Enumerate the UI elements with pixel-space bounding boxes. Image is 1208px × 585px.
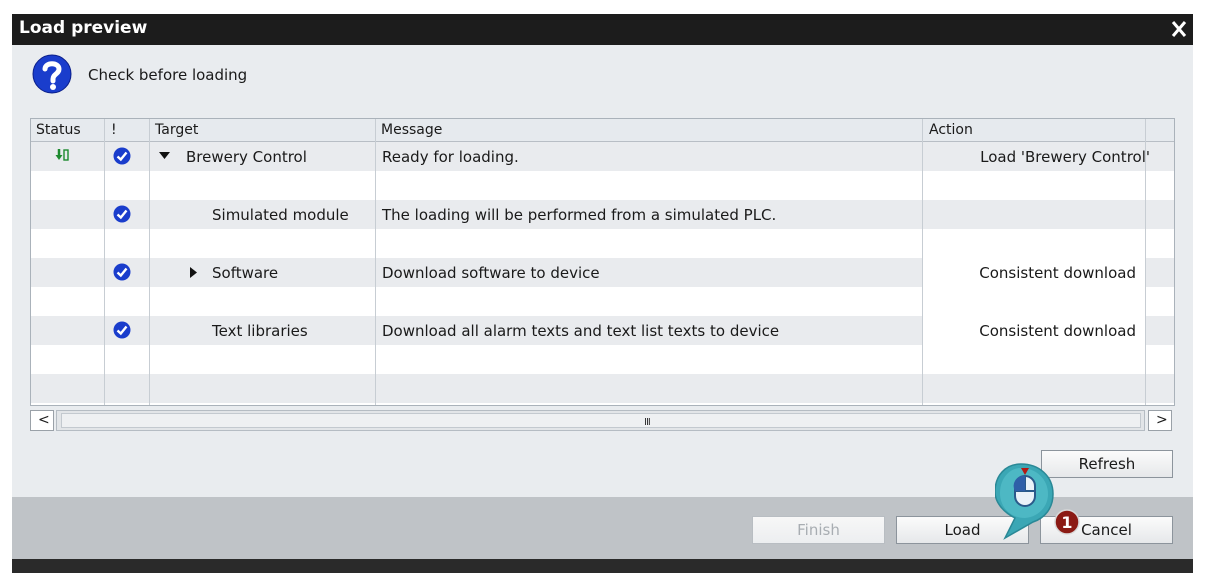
load-preview-table: Status ! Target Message Action Brewery C… [30, 118, 1175, 406]
scroll-right-button[interactable]: > [1148, 410, 1172, 431]
table-row-empty [31, 287, 1174, 316]
title-bar: Load preview [12, 14, 1193, 45]
row-target: Simulated module [212, 206, 349, 224]
expand-triangle-right-icon[interactable] [190, 267, 197, 278]
table-header: Status ! Target Message Action [31, 119, 1174, 142]
header-message: Check before loading [88, 66, 248, 84]
download-status-icon [55, 149, 69, 161]
column-divider [1145, 119, 1146, 405]
column-header-message[interactable]: Message [381, 122, 442, 138]
column-header-target[interactable]: Target [155, 122, 198, 138]
check-icon [113, 263, 131, 281]
table-row[interactable]: Simulated module The loading will be per… [31, 200, 1174, 229]
row-message: Ready for loading. [382, 148, 519, 166]
row-message: The loading will be performed from a sim… [382, 206, 777, 224]
chevron-right-icon: > [1156, 412, 1168, 428]
column-header-status[interactable]: Status [36, 122, 81, 138]
column-divider [104, 119, 105, 405]
row-message: Download all alarm texts and text list t… [382, 322, 780, 340]
check-icon [113, 321, 131, 339]
scroll-thumb[interactable]: III [61, 413, 1141, 428]
column-divider [922, 119, 923, 405]
mouse-click-callout-icon: 1 [995, 463, 1080, 540]
column-divider [149, 119, 150, 405]
column-header-flag[interactable]: ! [111, 122, 117, 138]
check-icon [113, 205, 131, 223]
table-row-empty [31, 345, 1174, 374]
callout-number: 1 [1061, 513, 1072, 532]
horizontal-scrollbar[interactable]: < III > [30, 410, 1173, 433]
table-row[interactable]: Text libraries Download all alarm texts … [31, 316, 1174, 345]
table-row-empty [31, 374, 1174, 403]
load-preview-dialog: Load preview Check before loading Status… [12, 14, 1193, 573]
question-icon [32, 54, 72, 94]
bottom-bar [12, 559, 1193, 573]
scroll-grip-icon: III [644, 417, 651, 428]
row-action[interactable]: Load 'Brewery Control' [980, 148, 1150, 166]
expand-triangle-down-icon[interactable] [159, 152, 170, 160]
finish-button[interactable]: Finish [752, 516, 885, 544]
row-action[interactable]: Consistent download [979, 264, 1136, 282]
row-target: Text libraries [212, 322, 308, 340]
table-row[interactable]: Software Download software to device Con… [31, 258, 1174, 287]
column-divider [375, 119, 376, 405]
table-row-empty [31, 229, 1174, 258]
chevron-left-icon: < [38, 412, 50, 428]
scroll-left-button[interactable]: < [30, 410, 54, 431]
dialog-title: Load preview [19, 18, 148, 38]
row-target: Software [212, 264, 279, 282]
scroll-track[interactable]: III [56, 410, 1145, 431]
row-action[interactable]: Consistent download [979, 322, 1136, 340]
close-icon[interactable] [1168, 17, 1190, 41]
table-row[interactable]: Brewery Control Ready for loading. Load … [31, 142, 1174, 171]
row-target: Brewery Control [186, 148, 307, 166]
table-row-empty [31, 171, 1174, 200]
column-header-action[interactable]: Action [929, 122, 973, 138]
check-icon [113, 147, 131, 165]
row-message: Download software to device [382, 264, 600, 282]
